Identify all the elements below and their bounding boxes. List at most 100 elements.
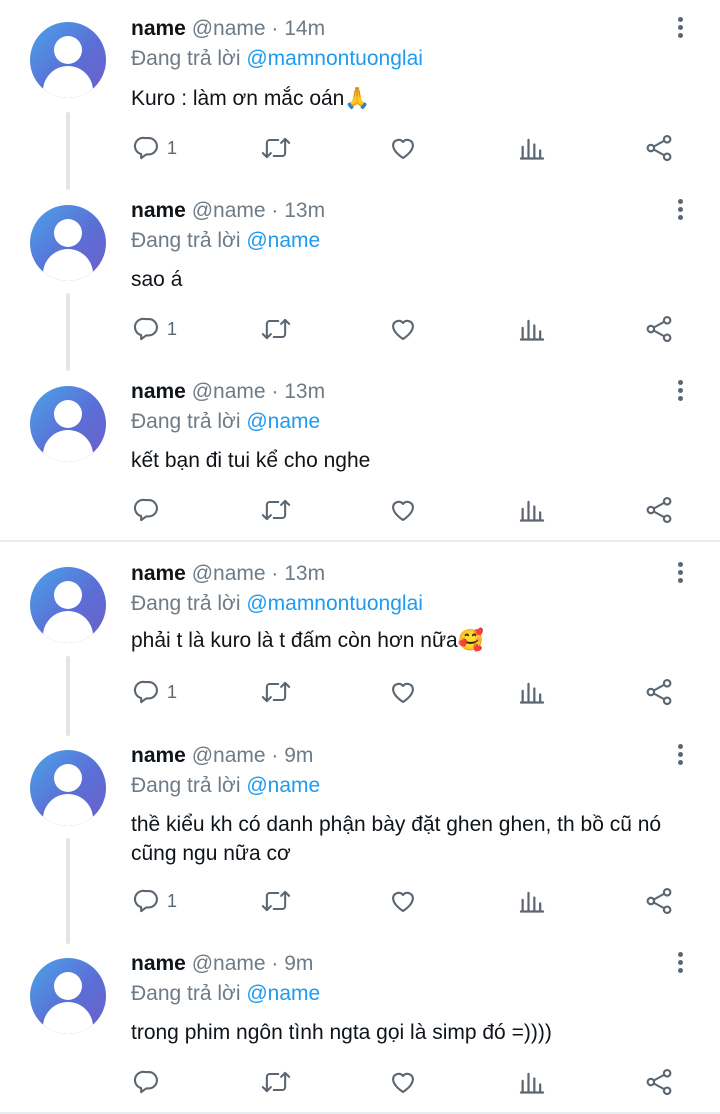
tweet-header: name @name · 13m (131, 379, 325, 405)
mention-link[interactable]: @name (246, 410, 320, 433)
reply-icon (133, 680, 158, 704)
display-name[interactable]: name (131, 952, 186, 975)
replying-prefix: Đang trả lời (131, 982, 241, 1005)
replying-to: Đang trả lời @name (131, 228, 320, 254)
like-button[interactable] (388, 675, 418, 709)
replying-prefix: Đang trả lời (131, 410, 241, 433)
views-button[interactable] (518, 675, 546, 709)
views-button[interactable] (518, 493, 546, 527)
tweet[interactable]: name @name · 13m Đang trả lời @name sao … (0, 181, 720, 371)
heart-icon (392, 319, 414, 340)
share-icon (646, 134, 672, 162)
retweet-button[interactable] (260, 312, 292, 346)
retweet-icon (261, 318, 291, 340)
mention-link[interactable]: @name (246, 229, 320, 252)
more-icon[interactable] (670, 949, 690, 979)
tweet-text-body: trong phim ngôn tình ngta gọi là simp đó… (131, 1021, 552, 1044)
reply-icon (133, 1070, 158, 1094)
tweet[interactable]: name @name · 9m Đang trả lời @name trong… (0, 934, 720, 1114)
tweet[interactable]: name @name · 13m Đang trả lời @mamnontuo… (0, 544, 720, 736)
mention-link[interactable]: @mamnontuonglai (246, 592, 423, 615)
timestamp[interactable]: · 9m (271, 744, 313, 767)
replying-prefix: Đang trả lời (131, 774, 241, 797)
tweet-text: kết bạn đi tui kể cho nghe (131, 446, 691, 475)
replying-prefix: Đang trả lời (131, 229, 241, 252)
replying-to: Đang trả lời @name (131, 409, 320, 435)
reply-button[interactable]: 1 (133, 312, 177, 346)
share-icon (646, 496, 672, 524)
reply-count: 1 (167, 890, 178, 911)
tweet-header: name @name · 9m (131, 951, 313, 977)
display-name[interactable]: name (131, 380, 186, 403)
avatar[interactable] (30, 22, 106, 98)
display-name[interactable]: name (131, 744, 186, 767)
display-name[interactable]: name (131, 199, 186, 222)
retweet-icon (261, 1071, 291, 1093)
like-button[interactable] (388, 884, 418, 918)
share-icon (646, 887, 672, 915)
reply-icon (133, 317, 158, 341)
reply-count: 1 (167, 681, 178, 702)
display-name[interactable]: name (131, 562, 186, 585)
avatar[interactable] (30, 567, 106, 643)
share-button[interactable] (644, 312, 674, 346)
avatar[interactable] (30, 205, 106, 281)
mention-link[interactable]: @mamnontuonglai (246, 47, 423, 70)
display-name[interactable]: name (131, 17, 186, 40)
tweet-actions: 1 (0, 131, 720, 165)
mention-link[interactable]: @name (246, 774, 320, 797)
reply-icon (133, 889, 158, 913)
analytics-icon (519, 1072, 545, 1094)
reply-button[interactable]: 1 (133, 675, 177, 709)
timestamp[interactable]: · 13m (271, 380, 325, 403)
retweet-icon (261, 681, 291, 703)
reply-button[interactable] (133, 1065, 167, 1099)
views-button[interactable] (518, 884, 546, 918)
analytics-icon (519, 682, 545, 704)
more-icon[interactable] (670, 559, 690, 589)
retweet-button[interactable] (260, 675, 292, 709)
reply-button[interactable]: 1 (133, 884, 177, 918)
share-button[interactable] (644, 884, 674, 918)
avatar[interactable] (30, 386, 106, 462)
timestamp[interactable]: · 13m (271, 199, 325, 222)
retweet-button[interactable] (260, 131, 292, 165)
timestamp[interactable]: · 13m (271, 562, 325, 585)
views-button[interactable] (518, 131, 546, 165)
retweet-button[interactable] (260, 493, 292, 527)
views-button[interactable] (518, 1065, 546, 1099)
like-button[interactable] (388, 1065, 418, 1099)
more-icon[interactable] (670, 377, 690, 407)
more-icon[interactable] (670, 14, 690, 44)
avatar[interactable] (30, 750, 106, 826)
reply-button[interactable] (133, 493, 167, 527)
more-icon[interactable] (670, 196, 690, 226)
more-icon[interactable] (670, 741, 690, 771)
share-button[interactable] (644, 675, 674, 709)
reply-button[interactable]: 1 (133, 131, 177, 165)
share-button[interactable] (644, 131, 674, 165)
avatar[interactable] (30, 958, 106, 1034)
tweet[interactable]: name @name · 13m Đang trả lời @name kết … (0, 362, 720, 540)
share-button[interactable] (644, 1065, 674, 1099)
tweet[interactable]: name @name · 9m Đang trả lời @name thề k… (0, 726, 720, 944)
tweet-header: name @name · 13m (131, 198, 325, 224)
replying-to: Đang trả lời @name (131, 773, 320, 799)
like-button[interactable] (388, 312, 418, 346)
timestamp[interactable]: · 14m (271, 17, 325, 40)
tweet-text: sao á (131, 265, 691, 294)
retweet-button[interactable] (260, 884, 292, 918)
timestamp[interactable]: · 9m (271, 952, 313, 975)
share-icon (646, 1068, 672, 1096)
tweet[interactable]: name @name · 14m Đang trả lời @mamnontuo… (0, 0, 720, 190)
views-button[interactable] (518, 312, 546, 346)
share-button[interactable] (644, 493, 674, 527)
mention-link[interactable]: @name (246, 982, 320, 1005)
retweet-button[interactable] (260, 1065, 292, 1099)
replying-to: Đang trả lời @mamnontuonglai (131, 591, 423, 617)
thread-divider (0, 540, 720, 542)
tweet-text-body: phải t là kuro là t đấm còn hơn nữa (131, 629, 458, 652)
like-button[interactable] (388, 131, 418, 165)
like-button[interactable] (388, 493, 418, 527)
retweet-icon (261, 499, 291, 521)
